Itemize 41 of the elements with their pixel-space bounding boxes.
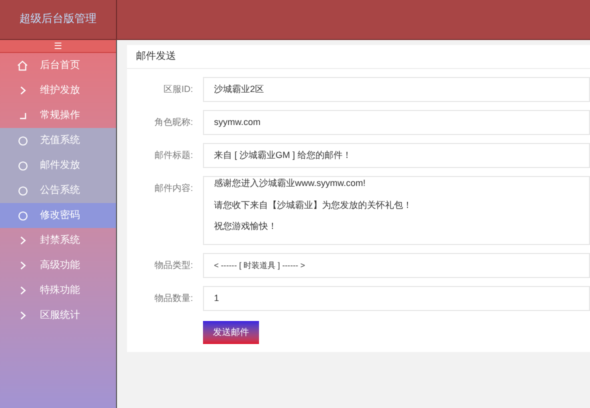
corner-icon [18, 112, 26, 120]
input-field[interactable]: syymw.com [203, 110, 590, 135]
chevron-right-icon [20, 236, 26, 245]
circle-icon [18, 160, 28, 170]
sidebar-item[interactable]: 常规操作 [0, 103, 116, 128]
sidebar-item[interactable]: 后台首页 [0, 53, 116, 78]
sidebar-item[interactable]: 维护发放 [0, 78, 116, 103]
sidebar-item[interactable]: 特殊功能 [0, 278, 116, 303]
site-title: 超级后台版管理 [20, 12, 96, 28]
select-field[interactable]: < ------ [ 时装道具 ] ------ > [203, 253, 590, 278]
chevron-right-icon [20, 311, 26, 320]
textarea-line: 请您收下来自【沙城霸业】为您发放的关怀礼包！ [214, 198, 413, 212]
field-label: 邮件内容: [153, 182, 193, 195]
sidebar-subitem[interactable]: 邮件发放 [0, 153, 116, 178]
input-field[interactable]: 沙城霸业2区 [203, 77, 590, 102]
home-icon [17, 60, 28, 71]
chevron-right-icon [20, 286, 26, 295]
chevron-right-icon [20, 86, 26, 95]
send-button[interactable]: 发送邮件 [203, 321, 259, 344]
field-label: 角色昵称: [153, 116, 193, 129]
field-label: 物品类型: [153, 259, 193, 272]
field-label: 物品数量: [153, 292, 193, 305]
textarea-field[interactable]: 感谢您进入沙城霸业www.syymw.com! 请您收下来自【沙城霸业】为您发放的关怀礼包！ 祝您游戏愉快！ [203, 176, 590, 245]
sidebar-subitem[interactable]: 公告系统 [0, 178, 116, 203]
textarea-line: 感谢您进入沙城霸业www.syymw.com! [214, 177, 367, 190]
card-title: 邮件发送 [136, 50, 176, 64]
sidebar-item[interactable]: 区服统计 [0, 303, 116, 328]
sidebar-subitem[interactable]: 修改密码 [0, 203, 116, 228]
circle-icon [18, 186, 28, 196]
circle-icon [18, 136, 28, 146]
sidebar-item[interactable]: 高级功能 [0, 253, 116, 278]
input-field[interactable]: 来自 [ 沙城霸业GM ] 给您的邮件！ [203, 143, 590, 168]
chevron-right-icon [20, 261, 26, 270]
circle-icon [18, 210, 28, 220]
field-label: 邮件标题: [153, 149, 193, 162]
menu-toggle[interactable]: ☰ [0, 40, 116, 53]
sidebar-item[interactable]: 封禁系统 [0, 228, 116, 253]
sidebar-subitem[interactable]: 充值系统 [0, 128, 116, 153]
input-field[interactable]: 1 [203, 286, 590, 311]
textarea-line: 祝您游戏愉快！ [214, 220, 278, 233]
field-label: 区服ID: [162, 83, 193, 96]
